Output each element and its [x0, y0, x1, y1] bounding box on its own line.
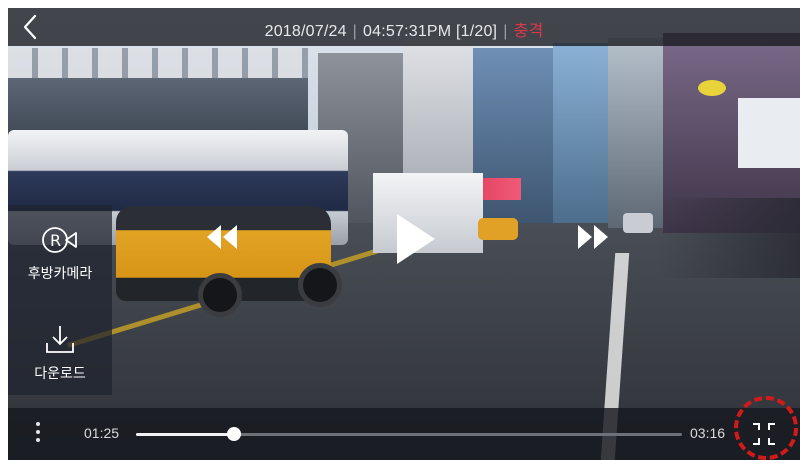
rear-camera-button[interactable]: R 후방카메라 — [8, 205, 112, 295]
video-wheel — [198, 273, 242, 317]
side-panel: R 후방카메라 다운로드 — [8, 205, 112, 395]
more-vertical-icon — [36, 422, 40, 426]
exit-fullscreen-button[interactable] — [733, 414, 795, 454]
recording-time: 04:57:31PM — [363, 23, 452, 40]
rear-camera-label: 후방카메라 — [27, 266, 93, 282]
play-button[interactable] — [393, 212, 437, 266]
more-menu-button[interactable] — [28, 418, 48, 450]
event-type: 충격 — [513, 23, 544, 40]
rear-camera-icon: R — [42, 227, 77, 253]
video-car — [623, 213, 653, 233]
video-sign — [698, 80, 726, 96]
download-button[interactable]: 다운로드 — [8, 305, 112, 395]
seek-bar-progress — [136, 433, 235, 436]
video-billboard — [738, 98, 800, 168]
video-player: 2018/07/24 | 04:57:31PM [1/20] | 충격 R 후방카메라 … — [8, 8, 800, 460]
seek-bar-handle[interactable] — [227, 427, 242, 441]
download-icon — [46, 326, 74, 353]
recording-index: [1/20] — [455, 23, 498, 40]
fast-forward-button[interactable] — [575, 222, 611, 252]
total-time: 03:16 — [690, 425, 726, 441]
video-building-lights — [8, 48, 308, 78]
current-time: 01:25 — [84, 425, 120, 441]
seek-bar[interactable] — [136, 427, 682, 441]
more-vertical-icon — [36, 430, 40, 434]
video-building — [553, 43, 608, 223]
top-bar: 2018/07/24 | 04:57:31PM [1/20] | 충격 — [8, 8, 800, 46]
rewind-button[interactable] — [204, 222, 240, 252]
video-crowd — [658, 198, 800, 278]
more-vertical-icon — [36, 438, 40, 442]
svg-text:R: R — [50, 231, 61, 250]
playback-bar: 01:25 03:16 — [8, 396, 800, 460]
download-label: 다운로드 — [34, 366, 86, 382]
fast-forward-icon — [578, 225, 608, 249]
rewind-icon — [207, 225, 237, 249]
video-taxi — [478, 218, 518, 240]
separator: | — [503, 23, 508, 40]
exit-fullscreen-icon — [753, 423, 775, 445]
play-icon — [397, 214, 435, 264]
recording-info: 2018/07/24 | 04:57:31PM [1/20] | 충격 — [8, 17, 800, 41]
separator: | — [352, 23, 358, 40]
recording-date: 2018/07/24 — [264, 23, 347, 40]
video-wheel — [298, 263, 342, 307]
